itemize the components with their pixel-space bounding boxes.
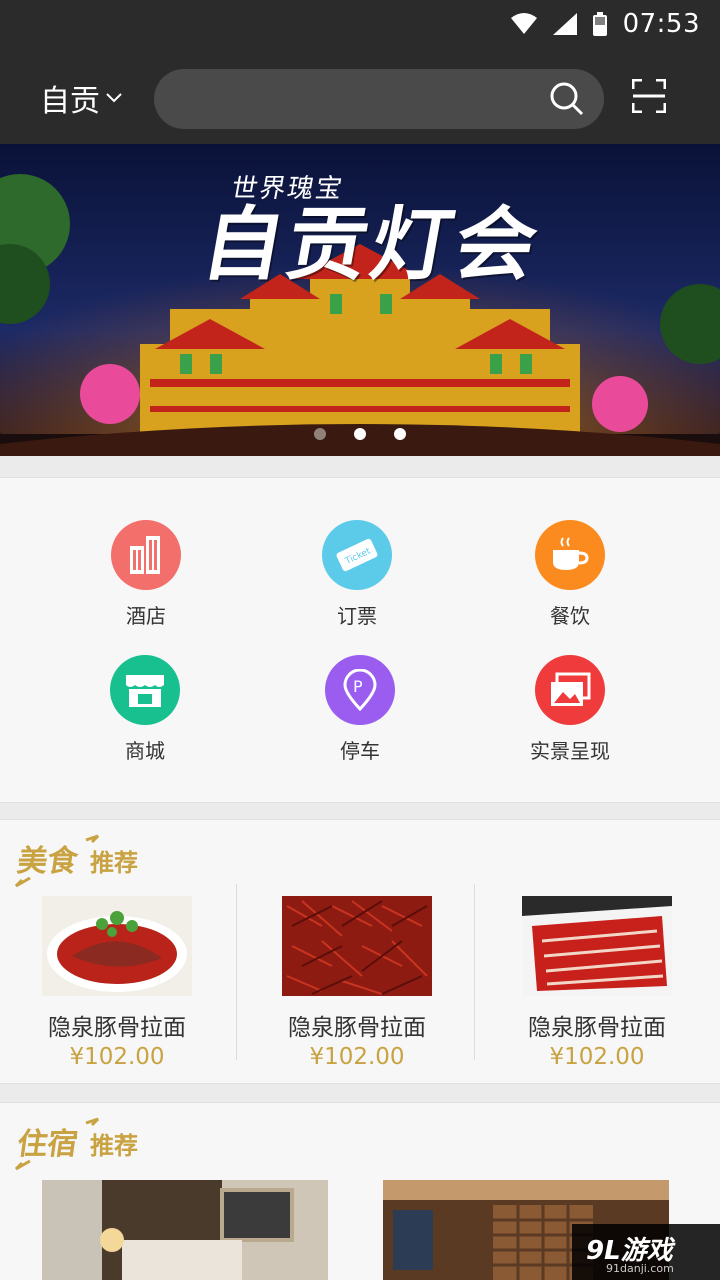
divider (0, 1083, 720, 1103)
battery-icon (592, 12, 607, 36)
banner-carousel[interactable]: 世界瑰宝 自贡灯会 (0, 144, 720, 456)
ticket-icon: Ticket (322, 520, 392, 590)
city-label: 自贡 (40, 84, 100, 119)
category-label: 实景呈现 (530, 739, 610, 763)
coffee-cup-icon (535, 520, 605, 590)
category-label: 酒店 (126, 604, 166, 628)
divider (236, 884, 237, 1060)
status-bar: 07:53 (0, 0, 720, 48)
parking-pin-icon: P (325, 655, 395, 725)
carousel-dot[interactable] (314, 428, 326, 440)
search-icon[interactable] (550, 82, 584, 116)
product-name: 隐泉豚骨拉面 (528, 1015, 666, 1041)
hotel-icon (111, 520, 181, 590)
hotel-room-image[interactable] (42, 1180, 328, 1280)
product-image (522, 896, 672, 996)
category-hotel[interactable]: 酒店 (66, 520, 226, 629)
food-recommend-section: 美食 推荐 隐泉豚骨拉面 ¥102.00 隐泉豚骨拉面 ¥102.00 隐泉豚骨… (0, 820, 720, 1083)
wifi-icon (510, 13, 537, 34)
product-name: 隐泉豚骨拉面 (288, 1015, 426, 1041)
divider (0, 456, 720, 478)
category-scenery[interactable]: 实景呈现 (490, 655, 650, 764)
category-label: 订票 (337, 604, 377, 628)
divider (474, 884, 475, 1060)
section-heading: 住宿 推荐 (14, 1111, 138, 1171)
city-selector[interactable]: 自贡 (40, 76, 122, 120)
signal-icon (552, 13, 577, 35)
category-label: 餐饮 (550, 604, 590, 628)
category-shop[interactable]: 商城 (65, 655, 225, 764)
section-title-main: 美食 (15, 844, 80, 879)
product-image (42, 896, 192, 996)
chevron-down-icon (106, 93, 122, 103)
shop-icon (110, 655, 180, 725)
clock: 07:53 (622, 9, 700, 39)
carousel-indicator (0, 428, 720, 440)
category-label: 商城 (125, 739, 165, 763)
photo-gallery-icon (535, 655, 605, 725)
category-grid: 酒店 Ticket 订票 餐饮 商城 P 停车 实景呈现 (0, 478, 720, 802)
watermark-badge: 9L游戏 91danji.com (572, 1224, 720, 1280)
category-parking[interactable]: P 停车 (280, 655, 440, 764)
product-card[interactable]: 隐泉豚骨拉面 ¥102.00 (42, 896, 192, 1070)
watermark-url: 91danji.com (606, 1262, 674, 1275)
category-label: 停车 (340, 739, 380, 763)
product-card[interactable]: 隐泉豚骨拉面 ¥102.00 (282, 896, 432, 1070)
section-title-main: 住宿 (15, 1127, 80, 1162)
carousel-dot[interactable] (394, 428, 406, 440)
top-header: 自贡 (0, 48, 720, 144)
section-heading: 美食 推荐 (14, 828, 138, 888)
category-ticket[interactable]: Ticket 订票 (277, 520, 437, 629)
product-card[interactable]: 隐泉豚骨拉面 ¥102.00 (522, 896, 672, 1070)
category-dining[interactable]: 餐饮 (490, 520, 650, 629)
app-screen: 07:53 自贡 世界瑰宝 自贡灯会 酒店 Ticket 订票 餐饮 商城 P … (0, 0, 720, 1280)
banner-title: 自贡灯会 (195, 197, 549, 291)
product-price: ¥102.00 (69, 1044, 165, 1070)
search-input[interactable] (154, 69, 604, 129)
carousel-dot-active[interactable] (354, 428, 366, 440)
product-price: ¥102.00 (549, 1044, 645, 1070)
product-name: 隐泉豚骨拉面 (48, 1015, 186, 1041)
svg-text:P: P (353, 677, 363, 696)
scan-icon[interactable] (632, 79, 666, 113)
product-image (282, 896, 432, 996)
product-price: ¥102.00 (309, 1044, 405, 1070)
divider (0, 802, 720, 820)
